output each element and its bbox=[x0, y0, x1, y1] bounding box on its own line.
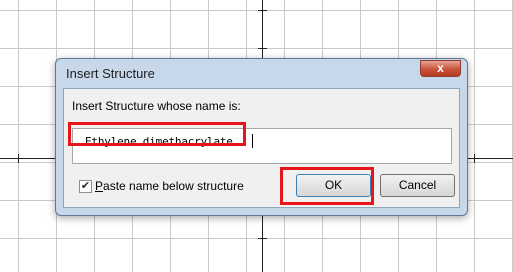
text-caret bbox=[252, 134, 253, 148]
ok-highlight-box bbox=[280, 167, 374, 205]
input-highlight-box bbox=[68, 122, 246, 146]
axis-tick bbox=[18, 154, 19, 163]
axis-tick bbox=[258, 10, 267, 11]
axis-tick bbox=[474, 154, 475, 163]
close-button[interactable]: x bbox=[420, 60, 461, 77]
dialog-body: Insert Structure whose name is: Ethylene… bbox=[63, 88, 460, 208]
axis-tick bbox=[258, 48, 267, 49]
dialog-title: Insert Structure bbox=[66, 66, 155, 81]
cancel-button-label: Cancel bbox=[398, 178, 437, 192]
cancel-button[interactable]: Cancel bbox=[380, 174, 455, 197]
paste-name-label-mnemonic: P bbox=[95, 179, 104, 193]
checkmark-icon: ✔ bbox=[80, 180, 91, 192]
paste-name-label-text: aste name below structure bbox=[103, 179, 244, 193]
axis-tick bbox=[258, 238, 267, 239]
paste-name-checkbox[interactable]: ✔ bbox=[79, 180, 92, 193]
paste-name-label[interactable]: Paste name below structure bbox=[95, 179, 244, 193]
close-icon: x bbox=[437, 61, 444, 75]
structure-name-prompt: Insert Structure whose name is: bbox=[72, 99, 241, 113]
